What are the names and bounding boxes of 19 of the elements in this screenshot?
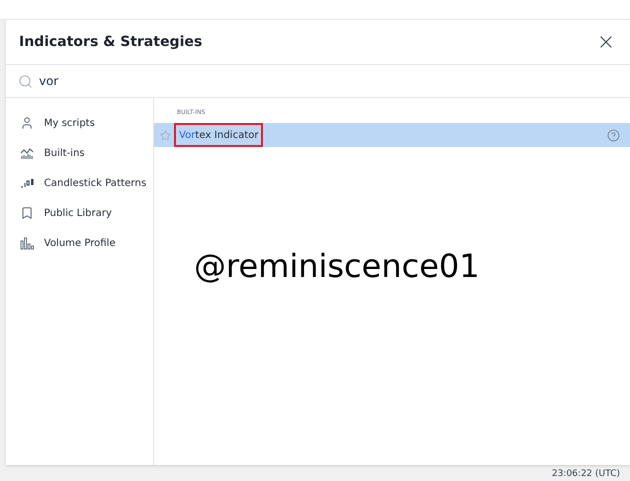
time-label: 23:06:22 (UTC) (552, 468, 620, 480)
overlay-text: @reminiscence01 (194, 246, 480, 287)
search-field[interactable]: vor (39, 72, 630, 90)
sidebar-item[interactable]: Volume Profile (6, 228, 153, 258)
sidebar-item[interactable]: Candlestick Patterns (6, 168, 153, 198)
star-icon[interactable] (160, 130, 171, 140)
help-icon[interactable] (607, 128, 620, 142)
sidebar-item[interactable]: Public Library (6, 198, 153, 228)
chart-bars-icon (20, 146, 34, 160)
result-row[interactable]: Vortex Indicator (154, 123, 630, 147)
search-icon (18, 74, 33, 88)
bookmark-icon (20, 206, 34, 220)
volume-bars-icon (20, 236, 34, 250)
sidebar-item[interactable]: My scripts (6, 108, 153, 138)
sidebar-item[interactable]: Built-ins (6, 138, 153, 168)
dialog-title: Indicators & Strategies (19, 32, 202, 52)
user-icon (20, 116, 34, 130)
candlestick-icon (20, 176, 34, 190)
result-name: Vortex Indicator (174, 123, 264, 147)
